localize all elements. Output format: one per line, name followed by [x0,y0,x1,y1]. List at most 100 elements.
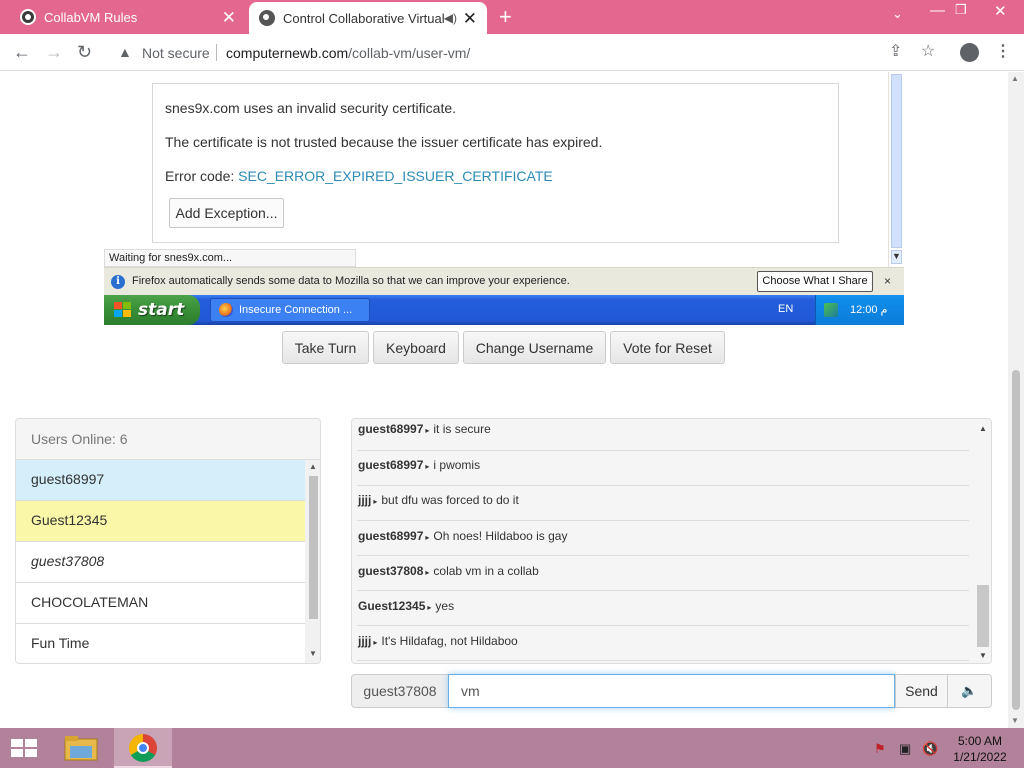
tab-control-collaborative-virtual[interactable]: Control Collaborative Virtual ◀) ✕ [249,2,487,34]
taskbar-item-label: Insecure Connection ... [239,304,353,316]
language-indicator[interactable]: EN [778,303,793,315]
taskbar-chrome-button[interactable] [114,728,172,768]
chat-username[interactable]: jjjj [358,493,371,507]
clock-time: 5:00 AM [957,734,1003,748]
restore-icon[interactable]: ❐ [955,2,967,18]
chat-username-label: guest37808 [351,674,449,708]
certificate-error-box: snes9x.com uses an invalid security cert… [152,83,839,243]
chat-text: yes [435,599,455,613]
keyboard-button[interactable]: Keyboard [373,331,459,364]
chat-message: guest68997 ▸ it is secure [357,419,969,451]
close-tab-icon[interactable]: ✕ [463,10,477,27]
menu-kebab-icon[interactable]: ⋮ [995,43,1011,61]
security-label[interactable]: Not secure [142,45,210,61]
user-list-item[interactable]: Guest12345 [16,501,305,542]
send-button[interactable]: Send [895,674,948,708]
scroll-down-arrow-icon[interactable]: ▼ [1011,716,1019,725]
close-tab-icon[interactable]: ✕ [222,9,236,26]
share-icon[interactable]: ⇪ [889,43,902,61]
message-arrow-icon: ▸ [427,603,432,612]
user-list-item[interactable]: guest68997 [16,460,305,501]
chat-text: i pwomis [433,458,481,472]
user-list-item[interactable]: Fun Time [16,624,305,663]
scroll-up-arrow-icon[interactable]: ▲ [309,462,317,471]
error-line-2: The certificate is not trusted because t… [165,134,603,150]
page-scrollbar[interactable]: ▲ ▼ [1008,72,1024,728]
user-list-scrollbar-thumb[interactable] [309,476,318,619]
chat-username[interactable]: Guest12345 [358,599,425,613]
forward-icon[interactable]: → [45,41,63,63]
choose-what-i-share-button[interactable]: Choose What I Share [757,271,873,292]
user-list-item[interactable]: guest37808 [16,542,305,583]
profile-avatar-icon[interactable] [960,43,979,62]
firefox-notification-bar: i Firefox automatically sends some data … [104,267,904,295]
chat-username[interactable]: guest68997 [358,529,423,543]
users-online-panel: Users Online: 6 guest68997 Guest12345 gu… [15,418,321,664]
info-icon: i [111,275,125,289]
reload-icon[interactable]: ↻ [77,41,92,63]
chat-scrollbar-thumb[interactable] [977,585,989,647]
chat-username[interactable]: guest37808 [358,564,423,578]
scroll-down-arrow-icon[interactable]: ▼ [979,651,987,660]
chat-text: Oh noes! Hildaboo is gay [433,529,568,543]
sound-toggle-icon[interactable]: 🔈 [947,674,992,708]
xp-taskbar: start Insecure Connection ... EN 12:00 م [104,295,904,325]
start-label: start [138,300,185,320]
chat-username[interactable]: jjjj [358,634,371,648]
volume-muted-icon[interactable]: 🔇 [922,741,938,757]
chat-message-list: guest68997 ▸ it is secure guest68997 ▸ i pwo… [352,419,976,663]
action-center-flag-icon[interactable]: ⚑ [874,741,886,757]
message-arrow-icon: ▸ [425,568,430,577]
new-tab-button[interactable]: + [499,6,512,28]
change-username-button[interactable]: Change Username [463,331,606,364]
message-arrow-icon: ▸ [425,533,430,542]
scroll-up-arrow-icon[interactable]: ▲ [1011,74,1019,83]
windows-taskbar: ⚑ ▣ 🔇 5:00 AM 1/21/2022 [0,728,1024,768]
window-close-icon[interactable]: ✕ [994,2,1007,20]
chat-username[interactable]: guest68997 [358,422,423,436]
network-tray-icon[interactable] [824,303,838,317]
address-separator [216,44,217,61]
xp-start-button[interactable]: start [104,295,200,325]
add-exception-button[interactable]: Add Exception... [169,198,284,228]
error-code-label: Error code: [165,168,239,184]
audio-playing-icon[interactable]: ◀) [444,11,457,25]
url-text[interactable]: computernewb.com/collab-vm/user-vm/ [226,45,470,61]
vm-scrollbar-thumb[interactable] [891,74,902,248]
error-code-line: Error code: SEC_ERROR_EXPIRED_ISSUER_CER… [165,168,553,184]
user-list-scrollbar[interactable]: ▲ ▼ [305,460,320,663]
bookmark-star-icon[interactable]: ☆ [921,43,935,61]
chat-message-input[interactable]: vm [448,674,895,708]
network-icon[interactable]: ▣ [899,741,911,757]
firefox-status-text: Waiting for snes9x.com... [104,249,356,267]
back-icon[interactable]: ← [13,41,31,63]
user-list-item[interactable]: CHOCOLATEMAN [16,583,305,624]
clock-date: 1/21/2022 [953,750,1007,764]
system-clock[interactable]: 5:00 AM 1/21/2022 [950,733,1010,765]
page-scrollbar-thumb[interactable] [1012,370,1020,710]
scroll-down-arrow-icon[interactable]: ▼ [309,649,317,658]
chat-text: colab vm in a collab [433,564,539,578]
address-bar[interactable]: ▲ Not secure computernewb.com/collab-vm/… [108,38,918,67]
message-arrow-icon: ▸ [373,497,378,506]
vm-scroll-down-icon[interactable]: ▼ [891,250,902,264]
file-explorer-icon[interactable] [64,735,98,761]
vm-display[interactable]: snes9x.com uses an invalid security cert… [104,72,904,325]
vote-for-reset-button[interactable]: Vote for Reset [610,331,725,364]
minimize-icon[interactable]: — [930,2,945,19]
xp-taskbar-item-firefox[interactable]: Insecure Connection ... [210,298,370,322]
tab-search-chevron-icon[interactable]: ⌄ [892,6,903,22]
message-arrow-icon: ▸ [373,638,378,647]
notification-close-icon[interactable]: × [884,274,891,288]
tab-collabvm-rules[interactable]: CollabVM Rules ✕ [0,0,246,34]
not-secure-warning-icon[interactable]: ▲ [118,44,132,60]
take-turn-button[interactable]: Take Turn [282,331,369,364]
scroll-up-arrow-icon[interactable]: ▲ [979,424,987,433]
vm-firefox-scrollbar[interactable]: ▼ [888,72,904,267]
firefox-error-page: snes9x.com uses an invalid security cert… [104,72,904,267]
chat-username[interactable]: guest68997 [358,458,423,472]
error-code-link[interactable]: SEC_ERROR_EXPIRED_ISSUER_CERTIFICATE [238,168,553,184]
chat-text: but dfu was forced to do it [381,493,519,507]
chat-scrollbar[interactable]: ▲ ▼ [975,419,991,663]
windows-start-icon[interactable] [11,739,38,758]
